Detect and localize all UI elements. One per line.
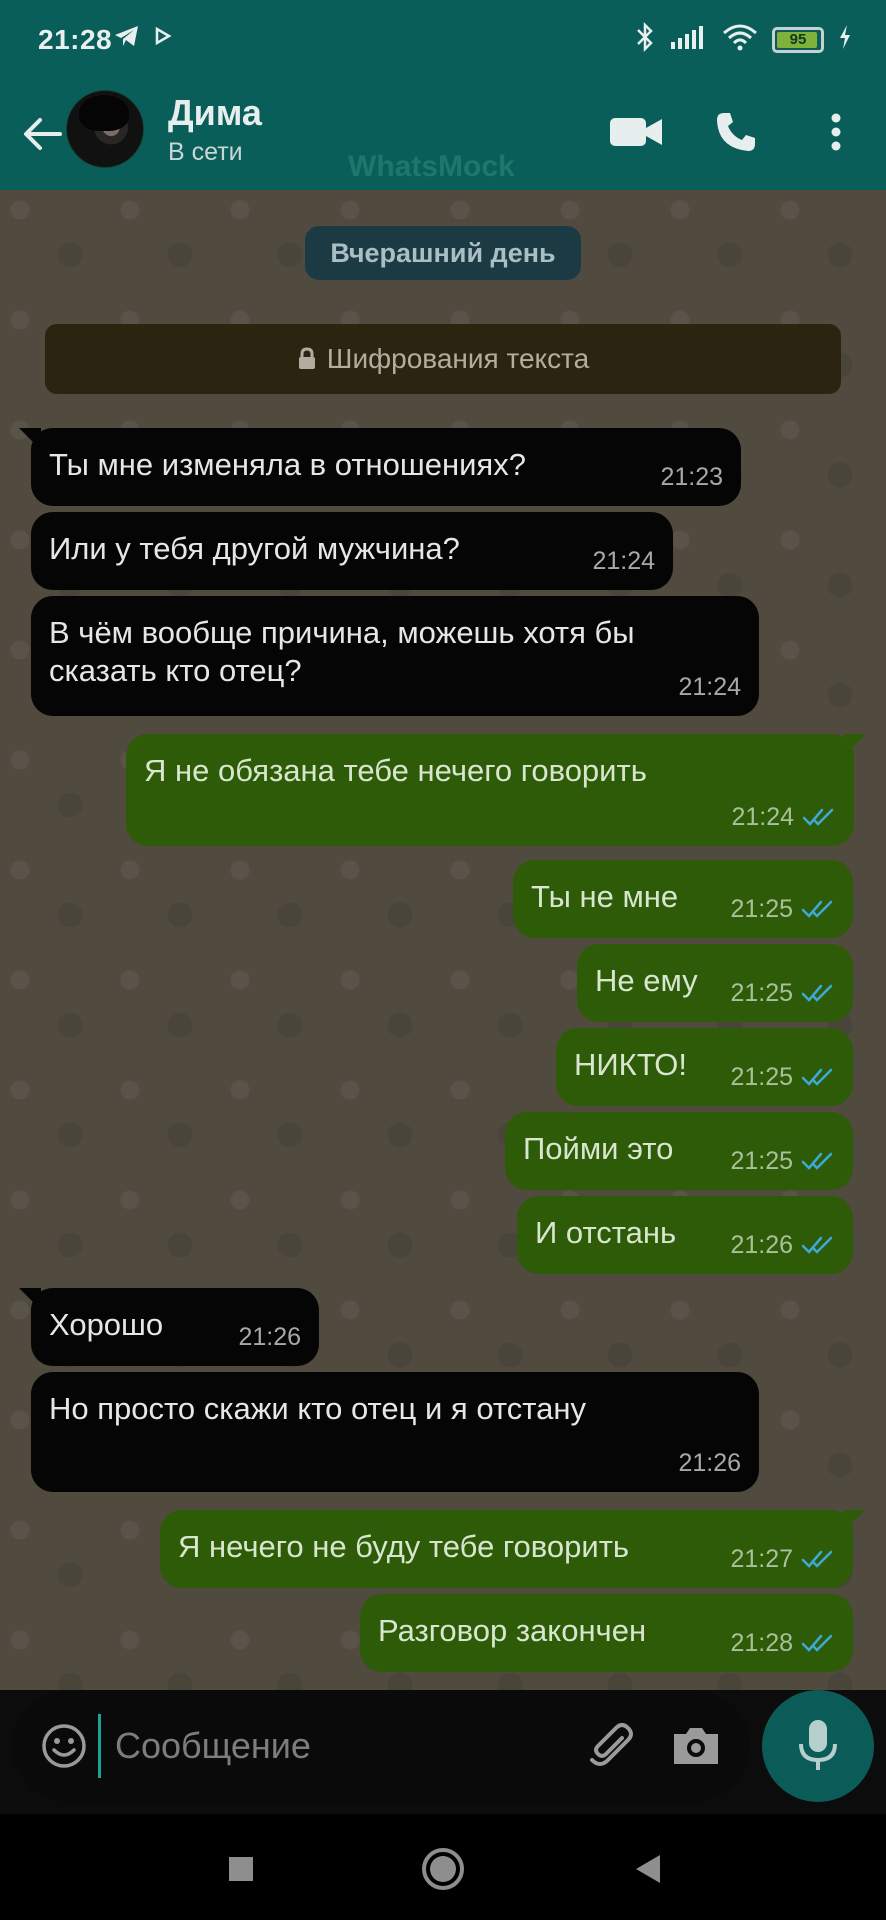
bluetooth-icon <box>634 21 656 57</box>
recents-icon <box>229 1857 253 1881</box>
date-chip: Вчерашний день <box>305 226 581 280</box>
home-icon <box>422 1848 464 1890</box>
message-outgoing[interactable]: Ты не мне 21:25 <box>513 860 853 938</box>
back-button[interactable] <box>14 106 70 162</box>
read-ticks-icon <box>801 1634 833 1652</box>
avatar[interactable] <box>66 90 144 168</box>
message-text: Не ему <box>595 963 698 998</box>
read-ticks-icon <box>802 808 834 826</box>
status-bar: 21:28 95 <box>0 0 886 82</box>
message-outgoing[interactable]: НИКТО! 21:25 <box>556 1028 853 1106</box>
message-input[interactable] <box>98 1714 568 1778</box>
message-text: Но просто скажи кто отец и я отстану <box>49 1391 586 1426</box>
message-time: 21:26 <box>730 1231 793 1259</box>
wifi-icon <box>722 23 758 56</box>
message-time: 21:26 <box>678 1449 741 1477</box>
voice-call-button[interactable] <box>706 102 766 162</box>
telegram-icon <box>114 24 140 53</box>
message-time: 21:26 <box>238 1323 301 1351</box>
message-text: Ты не мне <box>531 879 679 914</box>
battery-icon: 95 <box>772 26 824 53</box>
status-time: 21:28 <box>38 24 113 55</box>
camera-icon <box>674 1728 718 1764</box>
message-incoming[interactable]: В чём вообще причина, можешь хотя бы ска… <box>31 596 759 716</box>
more-vert-icon <box>831 113 841 151</box>
message-text: В чём вообще причина, можешь хотя бы ска… <box>49 615 635 688</box>
message-outgoing[interactable]: Разговор закончен 21:28 <box>360 1594 853 1672</box>
attach-icon <box>590 1723 633 1766</box>
video-call-icon <box>610 118 662 146</box>
system-nav-bar <box>0 1814 886 1920</box>
lock-icon <box>298 347 315 369</box>
message-incoming[interactable]: Но просто скажи кто отец и я отстану 21:… <box>31 1372 759 1492</box>
message-outgoing[interactable]: Не ему 21:25 <box>577 944 853 1022</box>
chat-area[interactable]: Вчерашний день Шифрования текста Ты мне … <box>0 190 886 1690</box>
message-composer <box>12 1690 750 1802</box>
contact-status: В сети <box>168 138 243 166</box>
back-arrow-icon <box>24 118 62 150</box>
attach-button[interactable] <box>582 1716 642 1776</box>
status-right-icons: 95 <box>634 21 852 57</box>
message-text: Разговор закончен <box>378 1613 647 1648</box>
camera-button[interactable] <box>666 1716 726 1776</box>
voice-message-button[interactable] <box>762 1690 874 1802</box>
message-outgoing[interactable]: Я нечего не буду тебе говорить 21:27 <box>160 1510 865 1588</box>
message-time: 21:24 <box>592 547 655 575</box>
message-time: 21:24 <box>731 803 794 831</box>
signal-icon <box>670 24 708 55</box>
read-ticks-icon <box>801 1152 833 1170</box>
more-options-button[interactable] <box>806 102 866 162</box>
back-icon <box>636 1855 660 1883</box>
message-text: Или у тебя другой мужчина? <box>49 531 460 566</box>
read-ticks-icon <box>801 1068 833 1086</box>
message-text: Я нечего не буду тебе говорить <box>178 1529 630 1564</box>
message-incoming[interactable]: Хорошо 21:26 <box>19 1288 319 1366</box>
phone-icon <box>717 113 755 151</box>
read-ticks-icon <box>801 1550 833 1568</box>
video-call-button[interactable] <box>606 102 666 162</box>
message-text: Пойми это <box>523 1131 674 1166</box>
message-outgoing[interactable]: И отстань 21:26 <box>517 1196 853 1274</box>
message-time: 21:25 <box>730 979 793 1007</box>
message-outgoing[interactable]: Я не обязана тебе нечего говорить 21:24 <box>126 734 866 846</box>
message-time: 21:27 <box>730 1545 793 1573</box>
emoji-button[interactable] <box>36 1718 92 1774</box>
message-time: 21:25 <box>730 895 793 923</box>
watermark: WhatsMock <box>348 150 515 183</box>
contact-name[interactable]: Дима <box>168 92 262 134</box>
message-text: НИКТО! <box>574 1047 687 1082</box>
status-left-icons <box>114 24 172 53</box>
recents-button[interactable] <box>216 1844 266 1894</box>
message-time: 21:28 <box>730 1629 793 1657</box>
message-outgoing[interactable]: Пойми это 21:25 <box>505 1112 853 1190</box>
message-time: 21:23 <box>660 463 723 491</box>
back-nav-button[interactable] <box>622 1844 672 1894</box>
encryption-notice-text: Шифрования текста <box>326 343 590 374</box>
message-incoming[interactable]: Ты мне изменяла в отношениях? 21:23 <box>19 428 741 506</box>
encryption-notice[interactable]: Шифрования текста <box>45 324 841 394</box>
message-time: 21:25 <box>730 1147 793 1175</box>
read-ticks-icon <box>801 900 833 918</box>
message-text: Хорошо <box>49 1307 164 1342</box>
battery-level: 95 <box>789 31 807 48</box>
message-text: И отстань <box>535 1215 677 1250</box>
emoji-icon <box>42 1724 86 1768</box>
message-time: 21:24 <box>678 673 741 701</box>
charging-icon <box>838 24 852 55</box>
home-button[interactable] <box>418 1844 468 1894</box>
read-ticks-icon <box>801 1236 833 1254</box>
message-text: Ты мне изменяла в отношениях? <box>49 447 526 482</box>
read-ticks-icon <box>801 984 833 1002</box>
chat-header: Дима В сети WhatsMock <box>0 82 886 190</box>
message-text: Я не обязана тебе нечего говорить <box>144 753 647 788</box>
message-incoming[interactable]: Или у тебя другой мужчина? 21:24 <box>31 512 673 590</box>
message-time: 21:25 <box>730 1063 793 1091</box>
play-icon <box>154 26 172 51</box>
mic-icon <box>799 1720 837 1770</box>
